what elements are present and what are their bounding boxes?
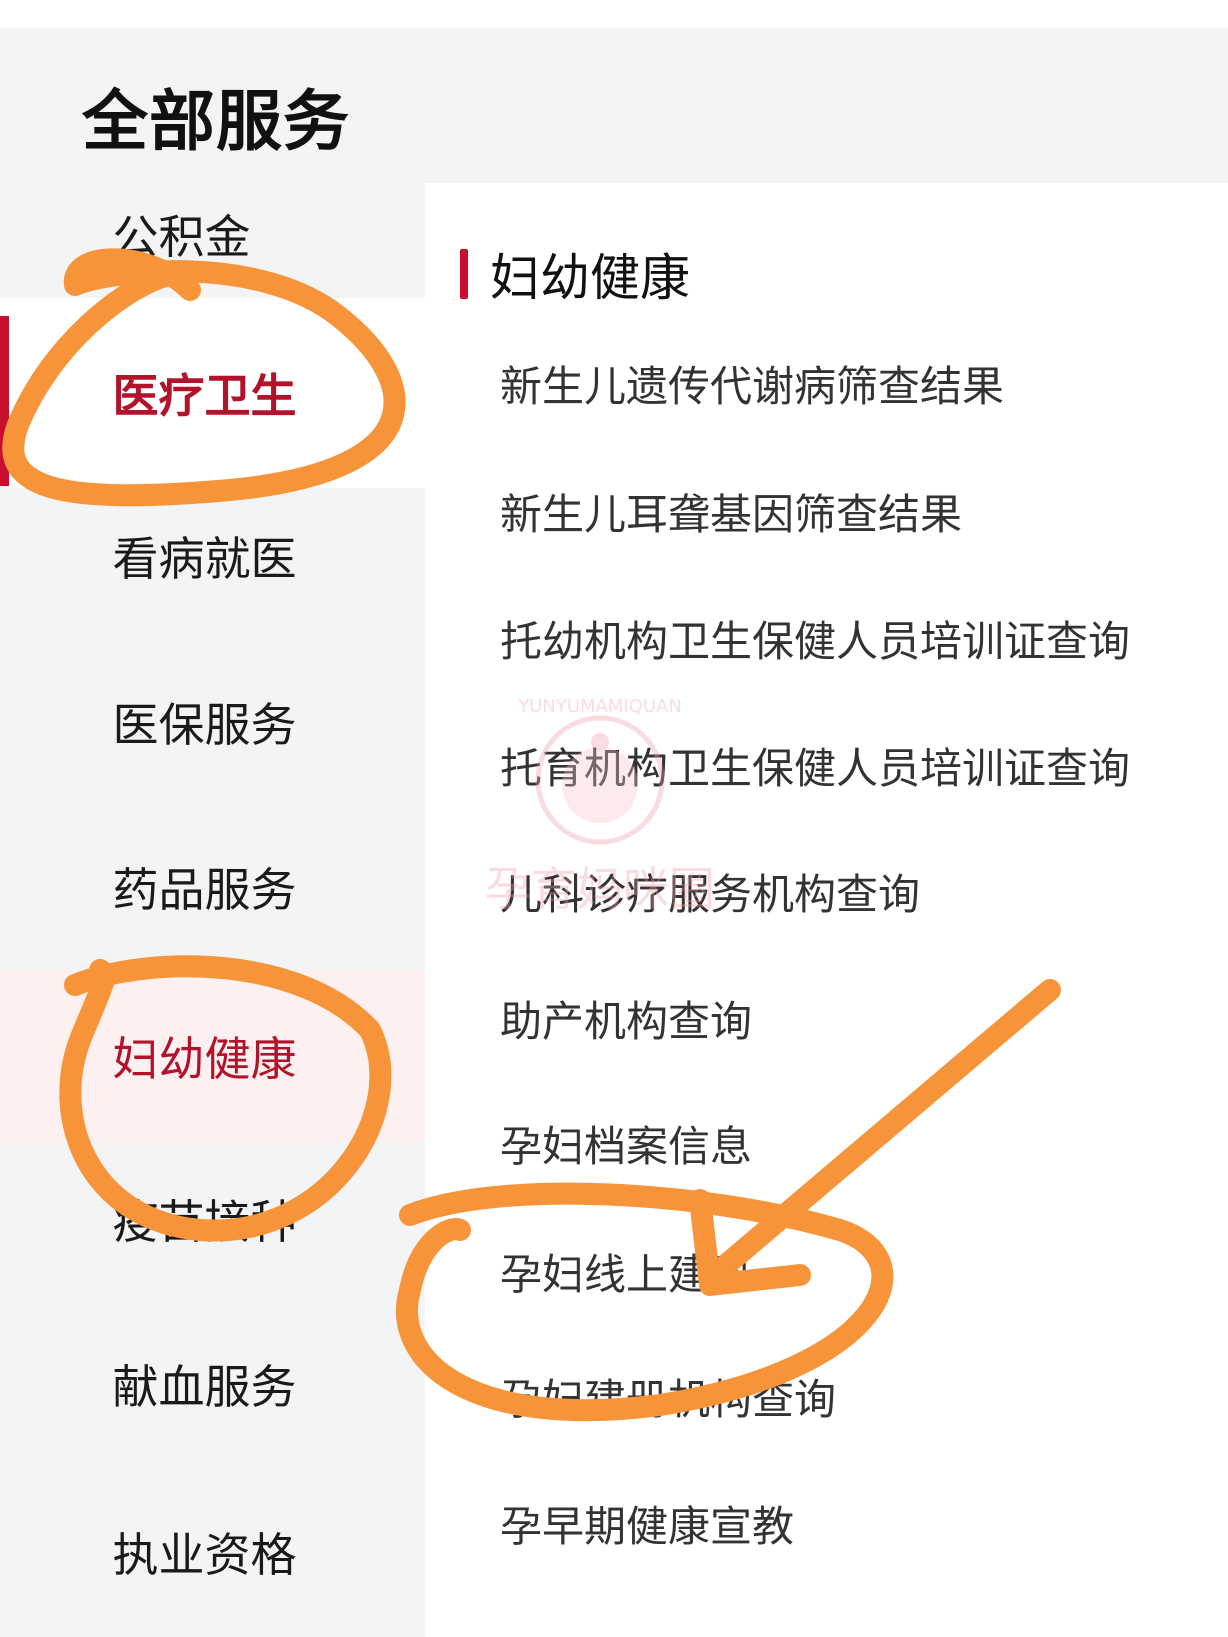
sidebar-item-vaccination[interactable]: 疫苗接种 [0, 1133, 425, 1305]
sidebar-item-label: 医疗卫生 [112, 369, 297, 423]
service-list-panel: 妇幼健康 新生儿遗传代谢病筛查结果 新生儿耳聋基因筛查结果 托幼机构卫生保健人员… [425, 183, 1228, 1637]
sidebar-item-label: 献血服务 [112, 1360, 297, 1414]
sidebar-item-see-doctor[interactable]: 看病就医 [0, 470, 425, 642]
sidebar-item-drug-services[interactable]: 药品服务 [0, 801, 425, 973]
service-item-midwifery-institution-query[interactable]: 助产机构查询 [500, 988, 752, 1049]
service-item-newborn-deafness-screening[interactable]: 新生儿耳聋基因筛查结果 [500, 481, 962, 542]
sidebar-item-medical-health[interactable]: 医疗卫生 [0, 298, 425, 488]
service-item-kindergarten-staff-certificate[interactable]: 托幼机构卫生保健人员培训证查询 [500, 608, 1130, 669]
sidebar-item-label: 看病就医 [112, 532, 297, 586]
category-sidebar: 公积金 医疗卫生 看病就医 医保服务 药品服务 妇幼健康 疫苗接种 献血服务 执… [0, 183, 425, 1637]
sidebar-item-blood-donation[interactable]: 献血服务 [0, 1298, 425, 1470]
section-header: 妇幼健康 [460, 238, 690, 310]
sidebar-item-medical-insurance[interactable]: 医保服务 [0, 636, 425, 808]
sidebar-item-practice-qualification[interactable]: 执业资格 [0, 1466, 425, 1637]
service-item-childcare-staff-certificate[interactable]: 托育机构卫生保健人员培训证查询 [500, 735, 1130, 796]
service-item-early-pregnancy-education[interactable]: 孕早期健康宣教 [500, 1493, 794, 1554]
status-area [0, 0, 1228, 28]
service-item-pregnancy-records[interactable]: 孕妇档案信息 [500, 1113, 752, 1174]
section-title: 妇幼健康 [490, 249, 690, 307]
sidebar-item-label: 药品服务 [112, 863, 297, 917]
sidebar-item-label: 公积金 [112, 210, 251, 264]
section-accent-bar [460, 249, 468, 299]
service-item-newborn-metabolic-screening[interactable]: 新生儿遗传代谢病筛查结果 [500, 353, 1004, 414]
service-item-registration-institution-query[interactable]: 孕妇建册机构查询 [500, 1366, 836, 1427]
page-header: 全部服务 [0, 28, 1228, 183]
sidebar-item-label: 妇幼健康 [112, 1032, 297, 1086]
sidebar-item-maternal-child-health[interactable]: 妇幼健康 [0, 970, 425, 1142]
sidebar-item-label: 执业资格 [112, 1528, 297, 1582]
service-item-online-pregnancy-registration[interactable]: 孕妇线上建册 [500, 1241, 752, 1302]
active-indicator [0, 316, 9, 486]
sidebar-item-label: 疫苗接种 [112, 1195, 297, 1249]
service-item-pediatric-institution-query[interactable]: 儿科诊疗服务机构查询 [500, 861, 920, 922]
page-title: 全部服务 [82, 83, 350, 160]
sidebar-item-label: 医保服务 [112, 698, 297, 752]
